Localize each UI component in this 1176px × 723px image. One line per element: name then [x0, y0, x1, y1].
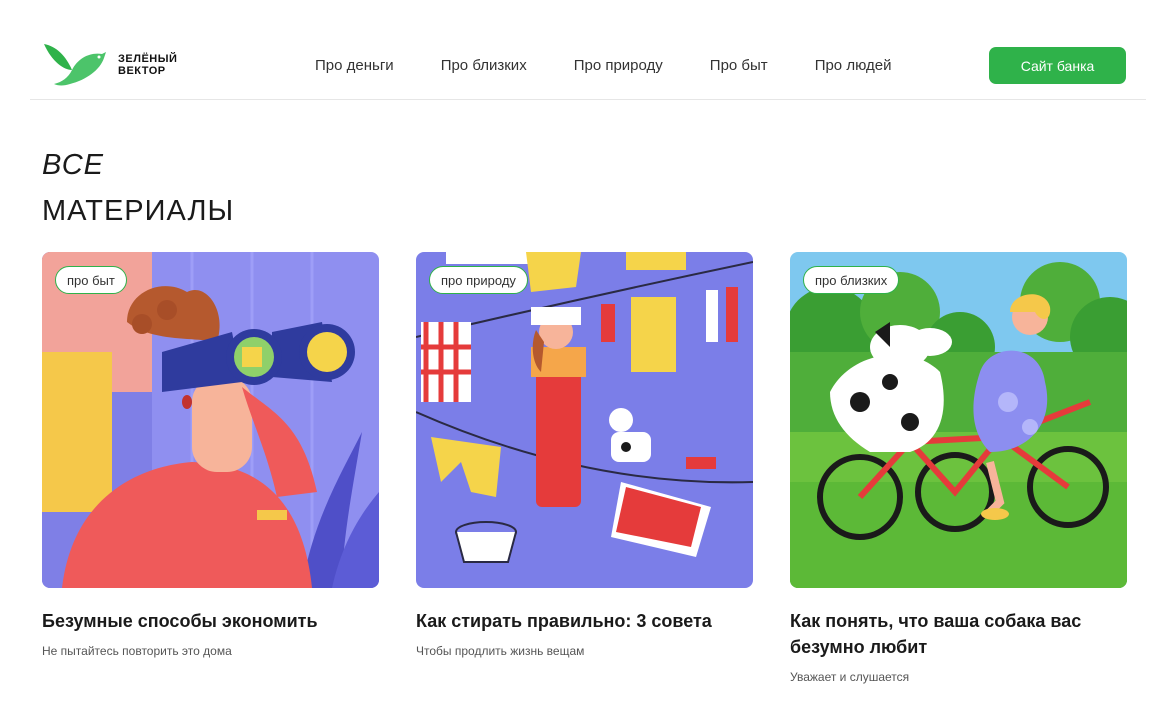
laundry-illustration	[416, 252, 753, 588]
logo-line2: ВЕКТОР	[118, 65, 166, 77]
page-title-line1: ВСЕ	[42, 149, 104, 181]
nav-people[interactable]: Про людей	[815, 57, 892, 74]
nav-close-ones[interactable]: Про близких	[441, 57, 527, 74]
card-subtitle: Не пытайтесь повторить это дома	[42, 644, 232, 658]
card-subtitle: Чтобы продлить жизнь вещам	[416, 644, 585, 658]
card-title[interactable]: Как стирать правильно: 3 совета	[416, 608, 753, 634]
article-card-1[interactable]: про быт Безумные способы экономить Не пы…	[42, 252, 379, 658]
dog-bicycle-illustration	[790, 252, 1127, 588]
category-tag[interactable]: про природу	[429, 266, 528, 294]
logo-line1: ЗЕЛЁНЫЙ	[118, 53, 178, 65]
bird-logo-icon	[44, 44, 106, 86]
nav-money[interactable]: Про деньги	[315, 57, 394, 74]
nav-nature[interactable]: Про природу	[574, 57, 663, 74]
category-tag[interactable]: про близких	[803, 266, 900, 294]
nav-home[interactable]: Про быт	[710, 57, 768, 74]
binoculars-illustration	[42, 252, 379, 588]
logo-text: ЗЕЛЁНЫЙ ВЕКТОР	[118, 53, 177, 77]
card-image[interactable]: про близких	[790, 252, 1127, 588]
article-card-2[interactable]: про природу Как стирать правильно: 3 сов…	[416, 252, 753, 658]
card-title[interactable]: Как понять, что ваша собака вас безумно …	[790, 608, 1127, 660]
category-tag[interactable]: про быт	[55, 266, 127, 294]
site-header: ЗЕЛЁНЫЙ ВЕКТОР Про деньги Про близких Пр…	[30, 30, 1146, 100]
card-image[interactable]: про природу	[416, 252, 753, 588]
article-card-3[interactable]: про близких Как понять, что ваша собака …	[790, 252, 1127, 684]
logo[interactable]: ЗЕЛЁНЫЙ ВЕКТОР	[42, 40, 202, 90]
main-nav: Про деньги Про близких Про природу Про б…	[315, 30, 938, 100]
card-title[interactable]: Безумные способы экономить	[42, 608, 379, 634]
page-title: ВСЕ МАТЕРИАЛЫ	[42, 148, 234, 228]
card-subtitle: Уважает и слушается	[790, 670, 910, 684]
page-title-line2: МАТЕРИАЛЫ	[42, 195, 235, 227]
bank-site-button[interactable]: Сайт банка	[989, 47, 1126, 84]
card-image[interactable]: про быт	[42, 252, 379, 588]
